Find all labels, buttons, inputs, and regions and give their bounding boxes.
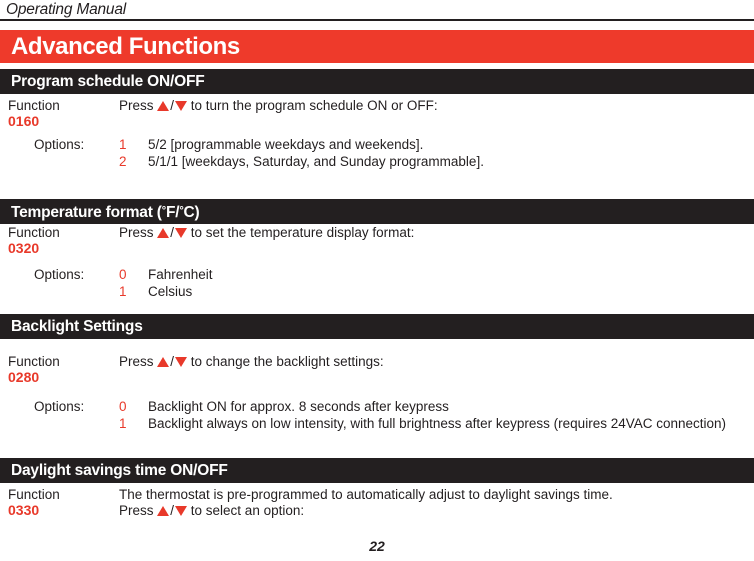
function-number-0160: 0160 xyxy=(8,113,40,129)
instruction-line: Press / to change the backlight settings… xyxy=(119,354,753,370)
down-arrow-icon xyxy=(175,357,188,367)
section-bar-daylight-savings: Daylight savings time ON/OFF xyxy=(0,458,754,483)
function-instruction-0320: Press / to set the temperature display f… xyxy=(119,225,753,241)
options-label-0280: Options: xyxy=(34,399,85,414)
section-title-part: C) xyxy=(183,204,200,221)
up-arrow-icon xyxy=(157,357,170,367)
options-label-0160: Options: xyxy=(34,137,85,152)
instruction-suffix: to set the temperature display format: xyxy=(187,225,415,240)
option-text: Backlight always on low intensity, with … xyxy=(148,416,727,431)
option-key: 0 xyxy=(119,399,127,414)
instruction-suffix: to select an option: xyxy=(187,503,305,518)
instruction-line: Press / to turn the program schedule ON … xyxy=(119,98,753,114)
section-title-program-schedule: Program schedule ON/OFF xyxy=(11,73,205,90)
instruction-prefix: Press xyxy=(119,503,158,518)
instruction-line: Press / to select an option: xyxy=(119,503,754,519)
chapter-title: Advanced Functions xyxy=(11,33,240,60)
option-key: 2 xyxy=(119,154,127,169)
function-label-0330: Function 0330 xyxy=(8,487,118,518)
option-row: 0 Fahrenheit xyxy=(119,266,753,283)
down-arrow-icon xyxy=(175,228,188,238)
section-title-daylight-savings: Daylight savings time ON/OFF xyxy=(11,462,228,479)
section-title-backlight-settings: Backlight Settings xyxy=(11,318,143,335)
options-list-0160: 1 5/2 [programmable weekdays and weekend… xyxy=(119,136,753,170)
function-word: Function xyxy=(8,354,60,369)
options-label-0320: Options: xyxy=(34,267,85,282)
section-bar-backlight-settings: Backlight Settings xyxy=(0,314,754,339)
instruction-prefix: Press xyxy=(119,225,158,240)
option-key: 1 xyxy=(119,416,127,431)
function-number-0320: 0320 xyxy=(8,240,40,256)
running-head: Operating Manual xyxy=(6,1,127,18)
option-key: 0 xyxy=(119,267,127,282)
section-title-part: Temperature format ( xyxy=(11,204,162,221)
up-arrow-icon xyxy=(157,228,170,238)
instruction-line: Press / to set the temperature display f… xyxy=(119,225,753,241)
function-instruction-0160: Press / to turn the program schedule ON … xyxy=(119,98,753,114)
option-row: 1 Celsius xyxy=(119,283,753,300)
option-row: 0 Backlight ON for approx. 8 seconds aft… xyxy=(119,398,753,415)
header-divider xyxy=(0,19,754,21)
option-key: 1 xyxy=(119,284,127,299)
instruction-suffix: to change the backlight settings: xyxy=(187,354,384,369)
up-arrow-icon xyxy=(157,506,170,516)
section-bar-program-schedule: Program schedule ON/OFF xyxy=(0,69,754,94)
function-label-0160: Function 0160 xyxy=(8,98,118,129)
function-word: Function xyxy=(8,225,60,240)
down-arrow-icon xyxy=(175,506,188,516)
options-list-0320: 0 Fahrenheit 1 Celsius xyxy=(119,266,753,300)
option-text: Celsius xyxy=(148,284,193,299)
up-arrow-icon xyxy=(157,101,170,111)
chapter-banner: Advanced Functions xyxy=(0,30,754,63)
option-text: Fahrenheit xyxy=(148,267,213,282)
instruction-suffix: to turn the program schedule ON or OFF: xyxy=(187,98,438,113)
option-text: Backlight ON for approx. 8 seconds after… xyxy=(148,399,449,414)
option-text: 5/1/1 [weekdays, Saturday, and Sunday pr… xyxy=(148,154,484,169)
instruction-prefix: Press xyxy=(119,354,158,369)
function-instruction-0330: The thermostat is pre-programmed to auto… xyxy=(119,487,754,519)
function-word: Function xyxy=(8,487,60,502)
down-arrow-icon xyxy=(175,101,188,111)
function-number-0330: 0330 xyxy=(8,502,40,518)
option-key: 1 xyxy=(119,137,127,152)
section-title-part: F/ xyxy=(165,204,180,221)
options-list-0280: 0 Backlight ON for approx. 8 seconds aft… xyxy=(119,398,753,432)
description-line: The thermostat is pre-programmed to auto… xyxy=(119,487,613,502)
option-text: 5/2 [programmable weekdays and weekends]… xyxy=(148,137,424,152)
option-row: 2 5/1/1 [weekdays, Saturday, and Sunday … xyxy=(119,153,753,170)
function-word: Function xyxy=(8,98,60,113)
manual-page: Operating Manual Advanced Functions Prog… xyxy=(0,0,754,561)
page-number: 22 xyxy=(369,538,385,554)
function-label-0320: Function 0320 xyxy=(8,225,118,256)
function-instruction-0280: Press / to change the backlight settings… xyxy=(119,354,753,370)
option-row: 1 Backlight always on low intensity, wit… xyxy=(119,415,753,432)
instruction-prefix: Press xyxy=(119,98,158,113)
function-label-0280: Function 0280 xyxy=(8,354,118,385)
section-title-temperature-format: Temperature format (°F/°C) xyxy=(11,202,200,222)
option-row: 1 5/2 [programmable weekdays and weekend… xyxy=(119,136,753,153)
section-bar-temperature-format: Temperature format (°F/°C) xyxy=(0,199,754,224)
function-number-0280: 0280 xyxy=(8,369,40,385)
